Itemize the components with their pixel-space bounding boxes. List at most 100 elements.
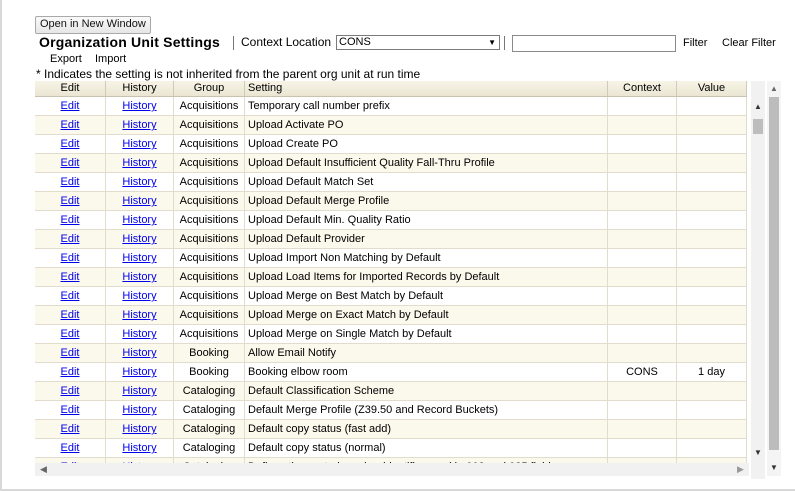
table-row[interactable]: Edit History Cataloging Default copy status… [35,420,747,439]
edit-link[interactable]: Edit [61,385,80,397]
group-cell: Cataloging [174,382,245,400]
table-row[interactable]: Edit History Acquisitions Upload Create PO [35,135,747,154]
scroll-right-icon[interactable]: ▶ [737,464,744,475]
scroll-up-icon[interactable]: ▲ [754,102,762,111]
setting-cell: Default copy status (fast add) [245,420,608,438]
edit-link[interactable]: Edit [61,423,80,435]
setting-cell: Upload Activate PO [245,116,608,134]
scroll-down-icon[interactable]: ▼ [754,448,762,457]
edit-link[interactable]: Edit [61,176,80,188]
edit-cell: Edit [35,344,106,362]
history-link[interactable]: History [122,119,156,131]
history-link[interactable]: History [122,366,156,378]
edit-link[interactable]: Edit [61,195,80,207]
history-link[interactable]: History [122,214,156,226]
column-header-value[interactable]: Value [677,81,747,96]
group-cell: Cataloging [174,420,245,438]
page-vertical-scrollbar[interactable]: ▲ ▼ [767,81,781,476]
value-cell [677,382,747,400]
history-link[interactable]: History [122,309,156,321]
column-header-edit[interactable]: Edit [35,81,106,96]
table-row[interactable]: Edit History Acquisitions Upload Merge on E… [35,306,747,325]
edit-link[interactable]: Edit [61,138,80,150]
scroll-left-icon[interactable]: ◀ [40,464,47,475]
history-link[interactable]: History [122,290,156,302]
edit-link[interactable]: Edit [61,366,80,378]
filter-input[interactable] [512,35,676,52]
edit-link[interactable]: Edit [61,157,80,169]
column-header-setting[interactable]: Setting [245,81,608,96]
table-row[interactable]: Edit History Acquisitions Upload Load Items… [35,268,747,287]
grid-vertical-scrollbar[interactable]: ▲ ▼ [751,81,765,479]
table-row[interactable]: Edit History Acquisitions Upload Merge on S… [35,325,747,344]
scroll-down-icon[interactable]: ▼ [770,463,778,472]
table-row[interactable]: Edit History Booking Allow Email Notify [35,344,747,363]
table-row[interactable]: Edit History Cataloging Default Classificat… [35,382,747,401]
context-location-select[interactable]: CONS ▼ [336,35,500,50]
setting-cell: Default Classification Scheme [245,382,608,400]
column-header-group[interactable]: Group [174,81,245,96]
setting-cell: Upload Merge on Best Match by Default [245,287,608,305]
table-row[interactable]: Edit History Acquisitions Upload Merge on B… [35,287,747,306]
edit-cell: Edit [35,97,106,115]
history-link[interactable]: History [122,442,156,454]
history-link[interactable]: History [122,176,156,188]
setting-cell: Upload Default Provider [245,230,608,248]
column-header-history[interactable]: History [106,81,174,96]
dropdown-arrow-icon: ▼ [488,38,496,47]
history-link[interactable]: History [122,252,156,264]
export-button[interactable]: Export [50,52,82,66]
edit-link[interactable]: Edit [61,214,80,226]
filter-button[interactable]: Filter [683,36,707,50]
table-row[interactable]: Edit History Booking Booking elbow room CONS… [35,363,747,382]
edit-link[interactable]: Edit [61,347,80,359]
history-cell: History [106,363,174,381]
value-cell [677,97,747,115]
edit-link[interactable]: Edit [61,404,80,416]
scroll-thumb[interactable] [769,97,779,450]
edit-link[interactable]: Edit [61,100,80,112]
history-link[interactable]: History [122,157,156,169]
open-in-new-window-button[interactable]: Open in New Window [35,16,151,34]
table-row[interactable]: Edit History Cataloging Default Merge Profi… [35,401,747,420]
history-link[interactable]: History [122,138,156,150]
clear-filter-button[interactable]: Clear Filter [722,36,776,50]
history-link[interactable]: History [122,347,156,359]
edit-link[interactable]: Edit [61,442,80,454]
history-link[interactable]: History [122,328,156,340]
edit-cell: Edit [35,382,106,400]
table-row[interactable]: Edit History Acquisitions Upload Default In… [35,154,747,173]
history-link[interactable]: History [122,404,156,416]
scroll-thumb[interactable] [753,119,763,134]
table-row[interactable]: Edit History Acquisitions Upload Activate P… [35,116,747,135]
table-row[interactable]: Edit History Acquisitions Upload Default Mi… [35,211,747,230]
column-header-context[interactable]: Context [608,81,677,96]
table-row[interactable]: Edit History Acquisitions Upload Default Me… [35,192,747,211]
edit-link[interactable]: Edit [61,290,80,302]
setting-cell: Upload Merge on Single Match by Default [245,325,608,343]
edit-link[interactable]: Edit [61,233,80,245]
table-row[interactable]: Edit History Cataloging Default copy status… [35,439,747,458]
context-cell [608,401,677,419]
grid-horizontal-scrollbar[interactable]: ◀ ▶ [35,463,749,476]
context-location-value: CONS [339,36,371,48]
history-link[interactable]: History [122,271,156,283]
edit-link[interactable]: Edit [61,328,80,340]
context-location-label: Context Location [241,35,332,49]
edit-link[interactable]: Edit [61,271,80,283]
import-button[interactable]: Import [95,52,126,66]
table-row[interactable]: Edit History Acquisitions Upload Default Pr… [35,230,747,249]
history-link[interactable]: History [122,100,156,112]
history-link[interactable]: History [122,233,156,245]
scroll-up-icon[interactable]: ▲ [770,84,778,93]
table-row[interactable]: Edit History Acquisitions Temporary call nu… [35,97,747,116]
edit-link[interactable]: Edit [61,119,80,131]
table-row[interactable]: Edit History Acquisitions Upload Import Non… [35,249,747,268]
history-link[interactable]: History [122,423,156,435]
group-cell: Acquisitions [174,249,245,267]
edit-link[interactable]: Edit [61,309,80,321]
history-link[interactable]: History [122,195,156,207]
edit-link[interactable]: Edit [61,252,80,264]
table-row[interactable]: Edit History Acquisitions Upload Default Ma… [35,173,747,192]
history-link[interactable]: History [122,385,156,397]
